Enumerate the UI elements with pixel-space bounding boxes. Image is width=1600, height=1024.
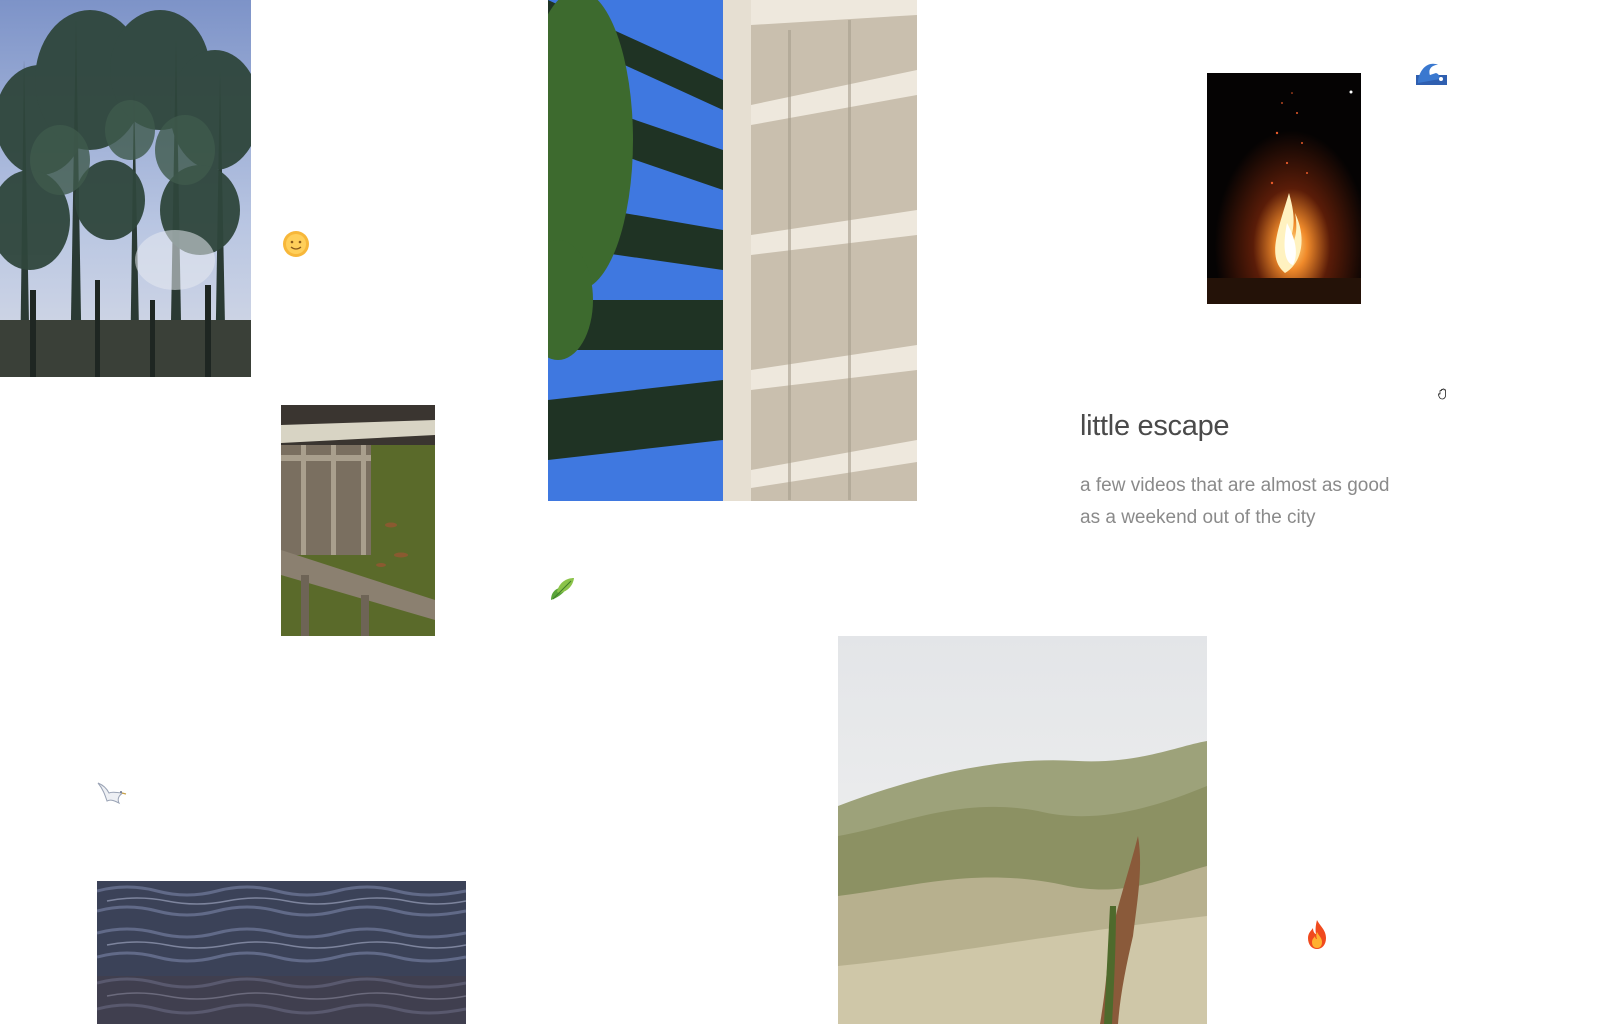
page-subtitle: a few videos that are almost as good as … [1080, 475, 1390, 528]
pond-video[interactable] [281, 405, 435, 636]
sun-icon [282, 230, 310, 258]
wave-icon [1416, 57, 1447, 85]
water-video[interactable] [97, 881, 466, 1024]
hills-video[interactable] [838, 636, 1207, 1024]
trees-video[interactable] [0, 0, 251, 377]
leaf-icon [547, 574, 577, 604]
bonfire-video[interactable] [1207, 73, 1361, 304]
pergola-video[interactable] [548, 0, 917, 501]
fire-icon [1304, 918, 1330, 950]
dove-icon [95, 779, 127, 807]
hand-icon [1437, 387, 1450, 400]
page-title: little escape [1080, 410, 1230, 442]
page-canvas: little escape a few videos that are almo… [0, 0, 1600, 1024]
